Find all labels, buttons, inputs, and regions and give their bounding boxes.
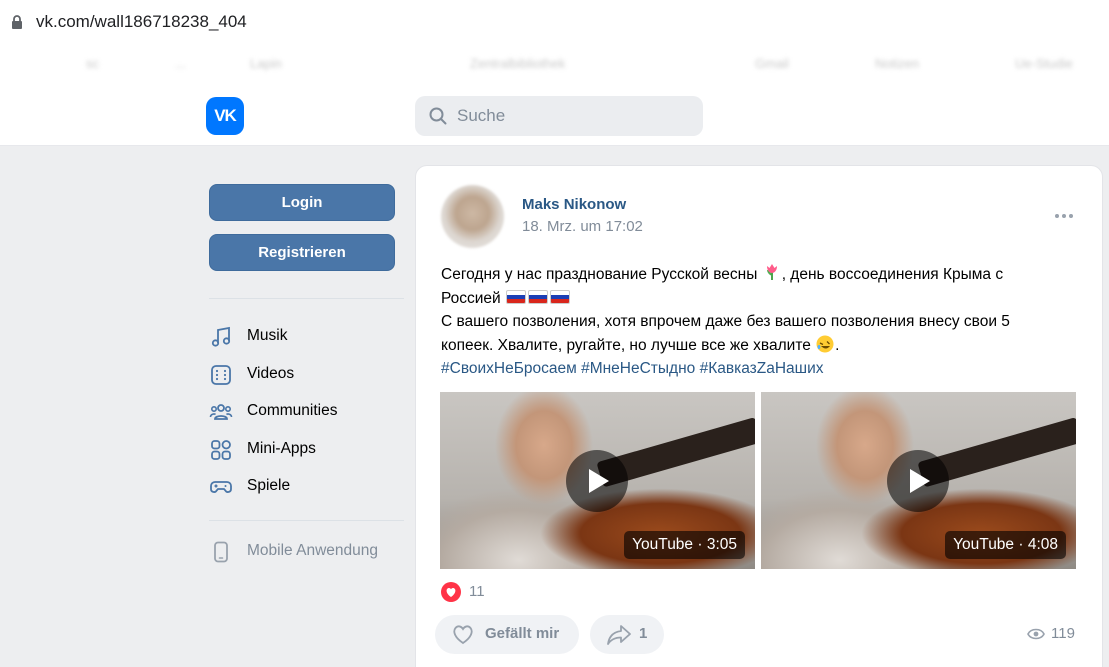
- url-text[interactable]: vk.com/wall186718238_404: [36, 12, 247, 32]
- music-icon: [211, 326, 231, 347]
- more-options-icon[interactable]: [1052, 204, 1076, 228]
- bookmarks-bar: sc ... Lapin Zentralbibliothek Gmail Not…: [0, 42, 1109, 86]
- bookmark-item[interactable]: ...: [175, 56, 186, 71]
- sidebar-item-games[interactable]: Spiele: [209, 471, 404, 501]
- bookmark-item[interactable]: Zentralbibliothek: [470, 56, 565, 71]
- post-text-line: , день воссоединения Крыма с: [781, 266, 1004, 283]
- post-text-line: Сегодня у нас празднование Русской весны: [441, 266, 758, 283]
- post-hashtags[interactable]: #СвоихНеБросаем #МнеНеСтыдно #КавказZaНа…: [441, 360, 824, 377]
- sidebar-item-music[interactable]: Musik: [209, 321, 404, 351]
- play-button[interactable]: [566, 450, 628, 512]
- communities-icon: [209, 404, 233, 420]
- avatar[interactable]: [441, 185, 504, 248]
- russia-flag-icon: [550, 289, 571, 304]
- sidebar-item-label: Videos: [247, 365, 295, 382]
- post-text-line: .: [835, 336, 840, 354]
- post-text: Сегодня у нас празднование Русской весны…: [441, 262, 1071, 381]
- play-button[interactable]: [887, 450, 949, 512]
- browser-address-bar: vk.com/wall186718238_404: [0, 0, 1109, 42]
- sidebar-item-label: Musik: [247, 327, 288, 344]
- share-button[interactable]: 1: [590, 615, 664, 654]
- search-icon: [429, 107, 447, 125]
- share-count: 1: [639, 625, 648, 642]
- phone-icon: [214, 541, 228, 563]
- post-text-line: копеек. Хвалите, ругайте, но лучше все ж…: [441, 336, 811, 354]
- like-button[interactable]: Gefällt mir: [435, 615, 579, 654]
- like-label: Gefällt mir: [485, 625, 560, 642]
- vk-logo[interactable]: VK: [206, 97, 244, 135]
- gamepad-icon: [210, 481, 232, 493]
- post-card: Maks Nikonow 18. Mrz. um 17:02 Сегодня у…: [415, 165, 1103, 667]
- sidebar-item-videos[interactable]: Videos: [209, 359, 404, 389]
- lock-icon: [12, 15, 22, 29]
- vk-logo-text: VK: [214, 106, 237, 125]
- sidebar-item-mini-apps[interactable]: Mini-Apps: [209, 434, 404, 464]
- video-icon: [211, 365, 231, 385]
- post-text-line: С вашего позволения, хотя впрочем даже б…: [441, 313, 1010, 330]
- play-icon: [589, 469, 609, 493]
- sidebar-divider: [209, 298, 404, 299]
- post-text-line: Россией: [441, 289, 501, 307]
- heart-reaction-icon: [441, 582, 461, 602]
- sidebar-item-label: Mobile Anwendung: [247, 542, 378, 559]
- post-author[interactable]: Maks Nikonow: [522, 196, 626, 213]
- sidebar-item-communities[interactable]: Communities: [209, 396, 404, 426]
- login-button[interactable]: Login: [209, 184, 395, 221]
- sidebar-item-mobile-app[interactable]: Mobile Anwendung: [209, 536, 404, 566]
- reactions-count: 11: [469, 583, 485, 600]
- video-duration: YouTube · 4:08: [945, 531, 1066, 559]
- russia-flag-icon: [506, 289, 527, 304]
- sidebar-divider: [209, 520, 404, 521]
- share-icon: [607, 625, 631, 645]
- sidebar-item-label: Spiele: [247, 477, 291, 494]
- post-time[interactable]: 18. Mrz. um 17:02: [522, 218, 643, 235]
- bookmark-item[interactable]: Gmail: [755, 56, 789, 71]
- laughing-emoji-icon: [816, 335, 834, 352]
- bookmark-item[interactable]: sc: [86, 56, 99, 71]
- video-thumbnail[interactable]: YouTube · 4:08: [761, 392, 1076, 569]
- search-box[interactable]: [415, 96, 703, 136]
- sidebar-item-label: Communities: [247, 402, 338, 419]
- video-thumbnail[interactable]: YouTube · 3:05: [440, 392, 755, 569]
- search-input[interactable]: [457, 104, 687, 128]
- bookmark-item[interactable]: Lapin: [250, 56, 282, 71]
- russia-flag-icon: [528, 289, 549, 304]
- video-duration: YouTube · 3:05: [624, 531, 745, 559]
- bookmark-item[interactable]: Ue-Studie: [1015, 56, 1073, 71]
- eye-icon: [1027, 628, 1045, 640]
- tulip-emoji-icon: [766, 264, 777, 280]
- bookmark-item[interactable]: Notizen: [875, 56, 919, 71]
- views-count: 119: [1051, 625, 1075, 642]
- heart-outline-icon: [453, 625, 473, 645]
- vk-header: VK: [0, 86, 1109, 146]
- play-icon: [910, 469, 930, 493]
- register-button[interactable]: Registrieren: [209, 234, 395, 271]
- mini-apps-icon: [211, 440, 231, 460]
- sidebar-item-label: Mini-Apps: [247, 440, 316, 457]
